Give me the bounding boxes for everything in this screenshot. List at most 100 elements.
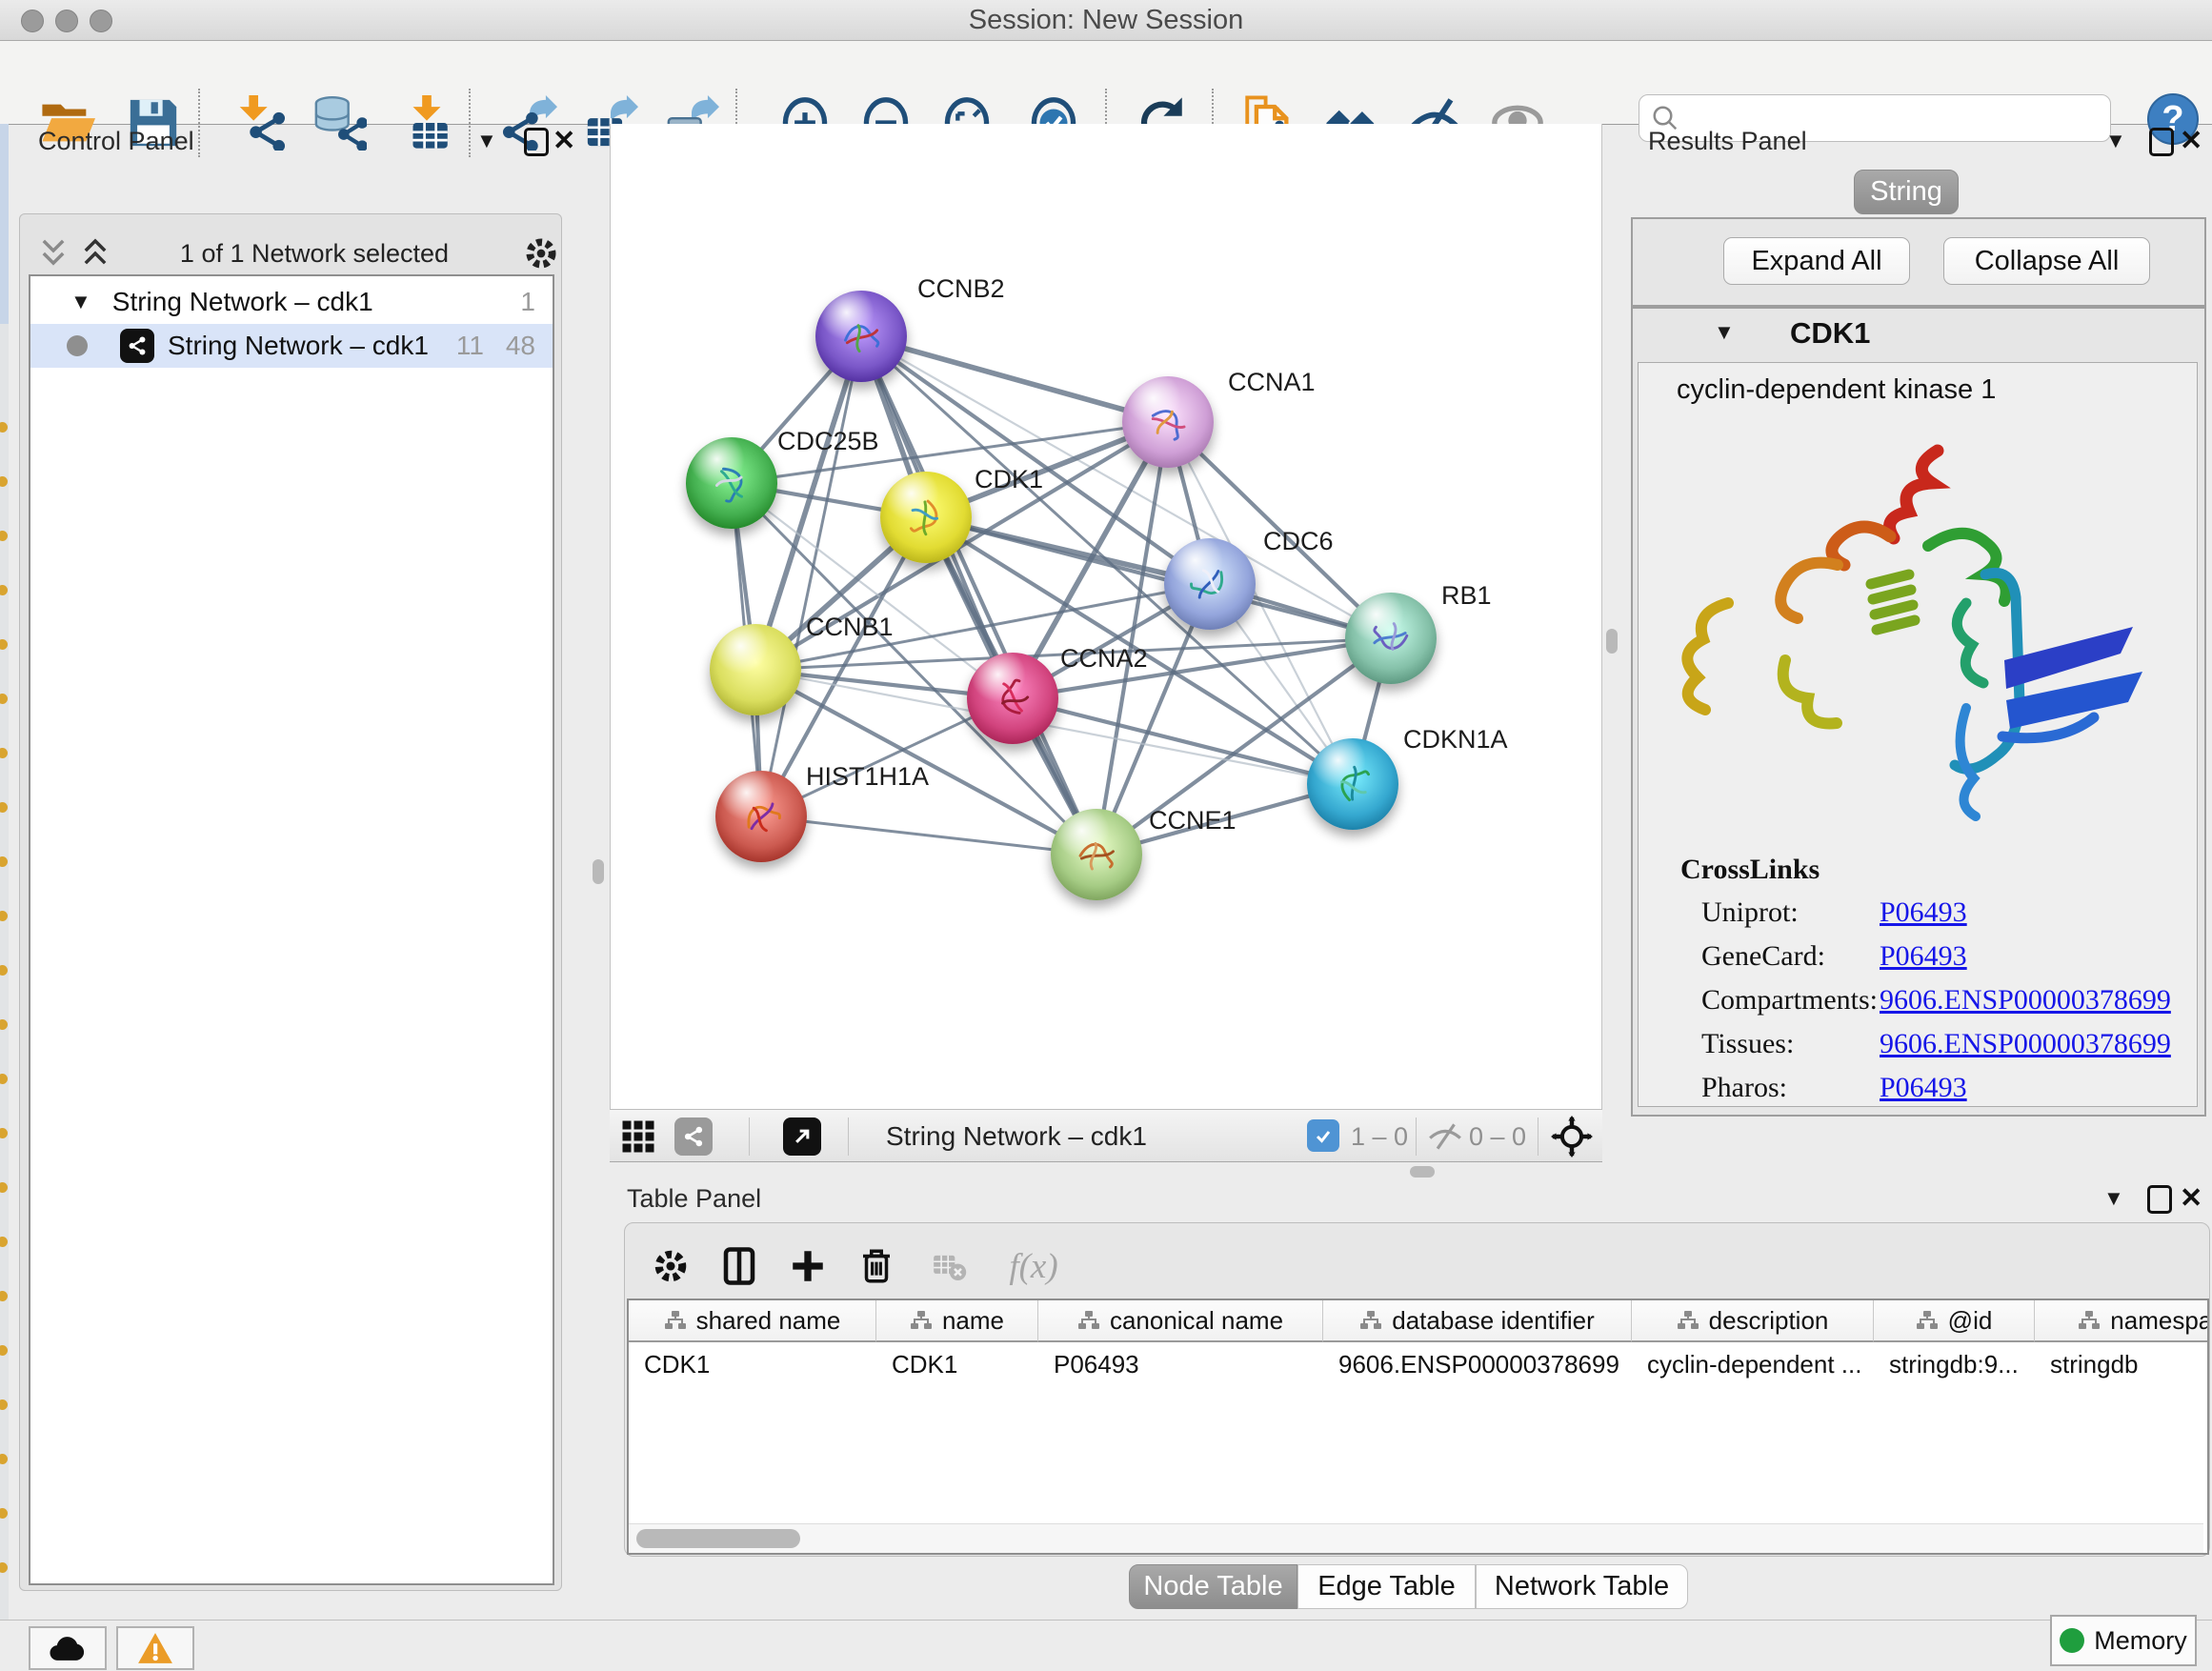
protein-name: CDK1	[1790, 316, 1870, 351]
crosslink-link[interactable]: P06493	[1880, 940, 1967, 973]
network-node-cdkn1a[interactable]	[1307, 738, 1398, 830]
column-header-shared-name[interactable]: shared name	[629, 1300, 876, 1342]
desktop-edge-strip	[0, 124, 9, 1671]
right-splitter-handle[interactable]	[1606, 629, 1618, 654]
collapse-all-networks-icon[interactable]	[36, 238, 70, 269]
column-header--id[interactable]: @id	[1874, 1300, 2035, 1342]
table-cell[interactable]: stringdb	[2035, 1344, 2209, 1384]
column-header-database-identifier[interactable]: database identifier	[1323, 1300, 1632, 1342]
network-view-title: String Network – cdk1	[886, 1121, 1147, 1152]
node-label-cdc25b: CDC25B	[777, 427, 879, 456]
crosslink-label: Pharos:	[1701, 1072, 1787, 1104]
network-selection-status: 1 of 1 Network selected	[129, 239, 500, 269]
delete-column-trash-icon[interactable]	[854, 1243, 899, 1289]
control-panel-float-icon[interactable]	[524, 128, 549, 156]
results-panel-close-icon[interactable]: ✕	[2180, 124, 2202, 157]
node-label-ccna2: CCNA2	[1060, 644, 1148, 674]
tab-node-table[interactable]: Node Table	[1129, 1564, 1297, 1609]
network-current-dot	[67, 335, 88, 356]
network-node-ccnb1[interactable]	[710, 624, 801, 715]
network-node-hist1h1a[interactable]	[715, 771, 807, 862]
network-node-cdc6[interactable]	[1164, 538, 1256, 630]
network-share-icon[interactable]	[674, 1117, 713, 1156]
network-node-ccne1[interactable]	[1051, 809, 1142, 900]
expand-all-button[interactable]: Expand All	[1723, 237, 1910, 285]
expand-all-networks-icon[interactable]	[78, 238, 112, 269]
table-gear-icon[interactable]	[648, 1243, 694, 1289]
status-bar: Memory	[0, 1620, 2212, 1671]
network-row[interactable]: String Network – cdk1 11 48	[30, 324, 553, 368]
crosslink-link[interactable]: P06493	[1880, 1072, 1967, 1104]
table-cell[interactable]: CDK1	[629, 1344, 876, 1384]
network-node-ccna1[interactable]	[1122, 376, 1214, 468]
table-cell[interactable]: stringdb:9...	[1874, 1344, 2035, 1384]
left-splitter-handle[interactable]	[593, 859, 604, 884]
network-edge-count: 48	[506, 331, 535, 361]
network-node-cdc25b[interactable]	[686, 437, 777, 529]
memory-button[interactable]: Memory	[2050, 1615, 2197, 1666]
tab-edge-table[interactable]: Edge Table	[1297, 1564, 1476, 1609]
network-node-ccna2[interactable]	[967, 653, 1058, 744]
background-window-dot	[0, 748, 8, 758]
network-type-icon	[120, 329, 154, 363]
column-header-namespace[interactable]: namespace	[2035, 1300, 2209, 1342]
warning-status-button[interactable]	[116, 1626, 194, 1670]
background-window-dot	[0, 1128, 8, 1138]
table-cell[interactable]: 9606.ENSP00000378699	[1323, 1344, 1632, 1384]
column-header-name[interactable]: name	[876, 1300, 1038, 1342]
collection-expand-icon[interactable]: ▼	[70, 290, 91, 314]
show-columns-icon[interactable]	[716, 1243, 762, 1289]
background-window-dot	[0, 639, 8, 650]
tab-string-results[interactable]: String	[1854, 170, 1959, 214]
collapse-all-button[interactable]: Collapse All	[1943, 237, 2150, 285]
table-cell[interactable]: CDK1	[876, 1344, 1038, 1384]
results-panel-menu-icon[interactable]: ▼	[2105, 129, 2126, 153]
background-window-dot	[0, 1237, 8, 1247]
protein-structure-thumbnail	[732, 787, 791, 846]
network-node-rb1[interactable]	[1345, 593, 1437, 684]
protein-structure-thumbnail	[702, 453, 761, 513]
table-horizontal-scrollbar[interactable]	[629, 1523, 2203, 1553]
network-edges	[611, 124, 1601, 1109]
scrollbar-thumb[interactable]	[636, 1529, 800, 1548]
table-panel-float-icon[interactable]	[2147, 1185, 2172, 1214]
table-panel-close-icon[interactable]: ✕	[2180, 1181, 2202, 1215]
control-panel-close-icon[interactable]: ✕	[553, 124, 575, 157]
network-options-gear-icon[interactable]	[522, 234, 560, 272]
table-cell[interactable]: cyclin-dependent ...	[1632, 1344, 1874, 1384]
node-table[interactable]: shared namenamecanonical namedatabase id…	[627, 1299, 2209, 1555]
background-window-dot	[0, 965, 8, 976]
network-node-ccnb2[interactable]	[815, 291, 907, 382]
crosslink-link[interactable]: P06493	[1880, 896, 1967, 929]
network-canvas[interactable]: CCNB2CCNA1CDC25BCDK1CDC6RB1CCNB1CCNA2CDK…	[610, 124, 1602, 1109]
results-panel-float-icon[interactable]	[2149, 128, 2174, 156]
open-external-icon[interactable]	[783, 1117, 821, 1156]
add-column-icon[interactable]	[785, 1243, 831, 1289]
column-header-canonical-name[interactable]: canonical name	[1038, 1300, 1323, 1342]
memory-status-dot	[2060, 1628, 2084, 1653]
network-tree: ▼ String Network – cdk1 1 String Network…	[29, 274, 554, 1585]
cloud-status-button[interactable]	[29, 1626, 107, 1670]
protein-structure-thumbnail	[1323, 755, 1382, 814]
protein-collapse-icon[interactable]: ▼	[1714, 320, 1735, 345]
network-view-toolbar: String Network – cdk1 1 – 0 0 – 0	[610, 1109, 1602, 1162]
delete-table-icon	[926, 1243, 972, 1289]
table-cell[interactable]: P06493	[1038, 1344, 1323, 1384]
network-edge[interactable]	[761, 816, 1096, 855]
crosslink-link[interactable]: 9606.ENSP00000378699	[1880, 984, 2171, 1017]
fit-selection-crosshair-icon[interactable]	[1551, 1116, 1593, 1158]
network-edge[interactable]	[761, 336, 861, 816]
birds-eye-grid-icon[interactable]	[621, 1119, 655, 1154]
network-node-cdk1[interactable]	[880, 472, 972, 563]
network-collection-row[interactable]: ▼ String Network – cdk1 1	[30, 280, 553, 324]
selected-checkbox-icon[interactable]	[1307, 1119, 1339, 1152]
control-panel-menu-icon[interactable]: ▼	[476, 129, 497, 153]
crosslink-link[interactable]: 9606.ENSP00000378699	[1880, 1028, 2171, 1060]
hidden-node-edge-counts: 0 – 0	[1469, 1122, 1526, 1152]
column-header-description[interactable]: description	[1632, 1300, 1874, 1342]
table-panel-menu-icon[interactable]: ▼	[2103, 1186, 2124, 1211]
warning-icon	[137, 1631, 173, 1665]
background-window-dot	[0, 1345, 8, 1356]
tab-network-table[interactable]: Network Table	[1476, 1564, 1688, 1609]
background-window-dot	[0, 856, 8, 867]
